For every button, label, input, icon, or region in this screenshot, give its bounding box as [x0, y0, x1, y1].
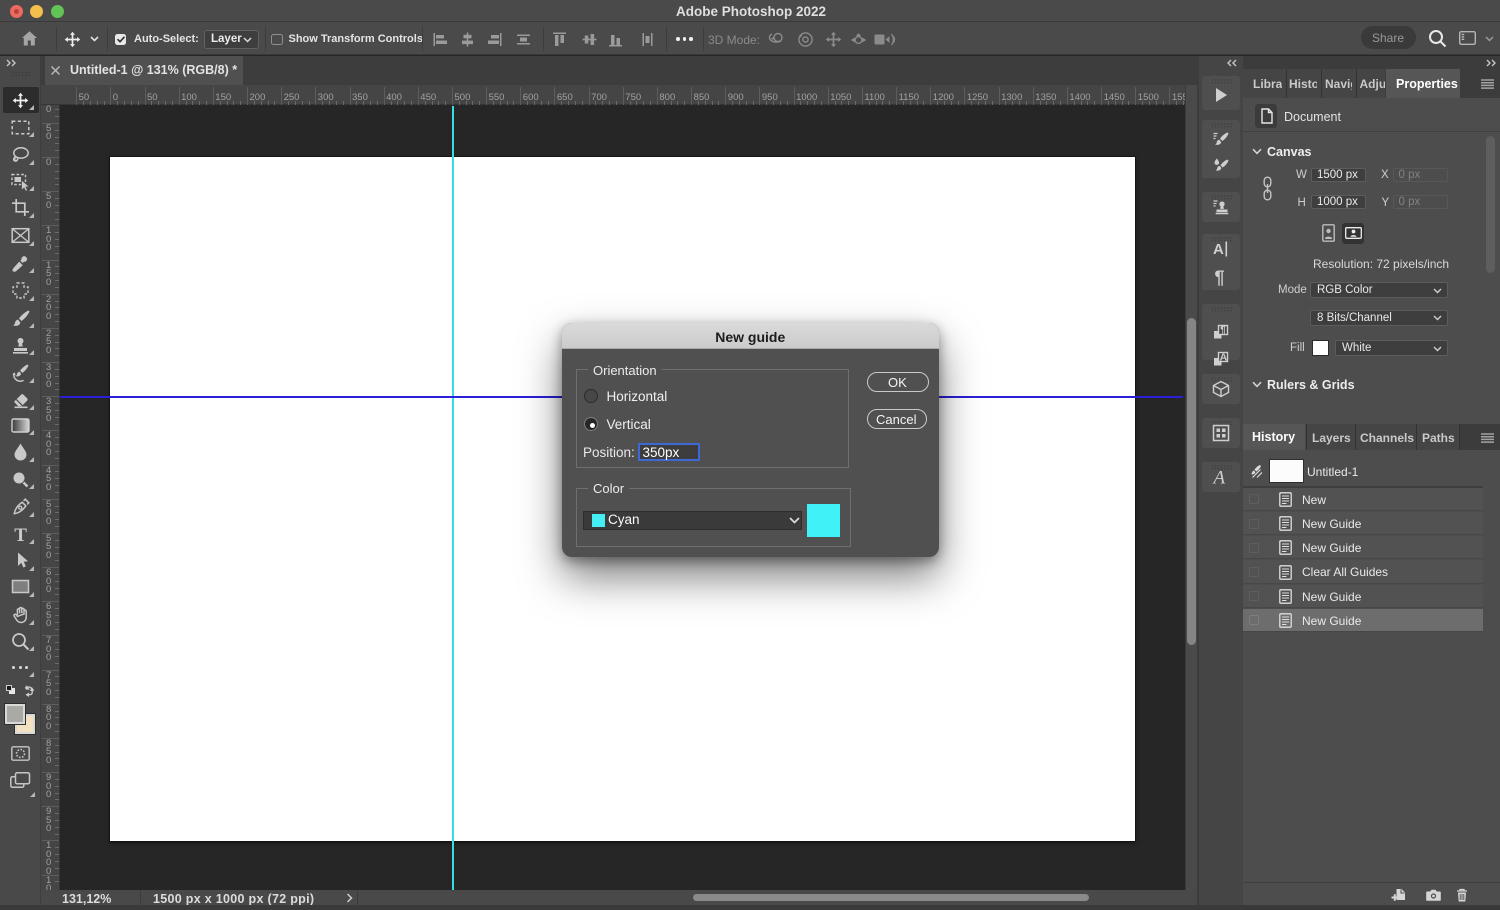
svg-text:T: T — [14, 525, 27, 546]
svg-text:A: A — [1212, 468, 1226, 489]
svg-text:A: A — [1213, 241, 1224, 258]
svg-text:A: A — [1220, 352, 1228, 364]
svg-text:¶: ¶ — [1215, 268, 1225, 288]
svg-text:¶: ¶ — [1220, 325, 1226, 336]
